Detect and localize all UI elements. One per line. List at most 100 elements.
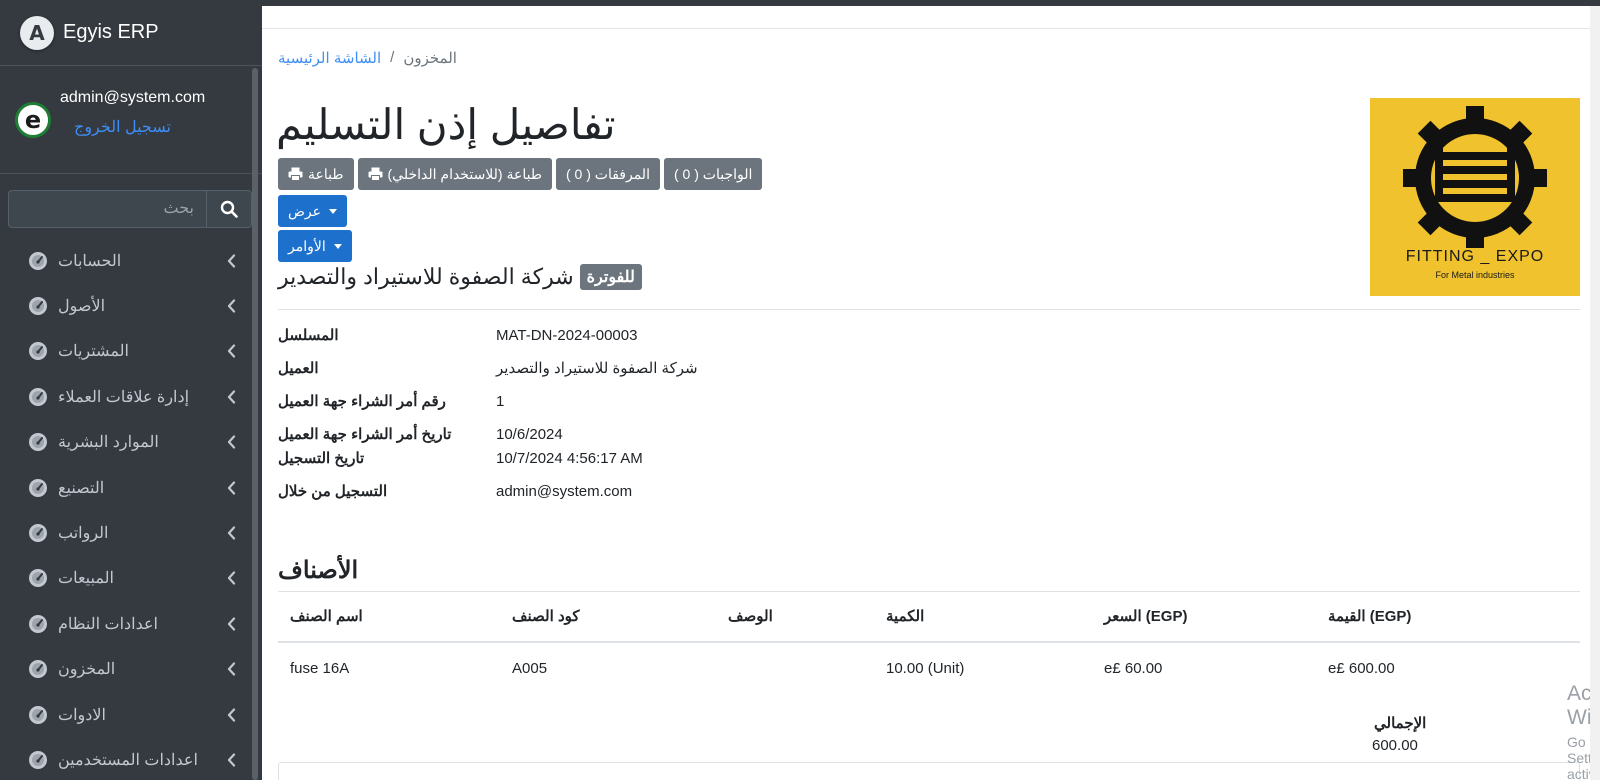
brand-logo-icon: A: [20, 15, 54, 50]
sidebar-nav: الحسابات الأصول المشتريات إدارة علاقات العم…: [0, 238, 262, 780]
table-cell: 10.00 (Unit): [886, 659, 965, 677]
breadcrumb-separator: /: [390, 49, 395, 66]
divider: [278, 309, 1580, 310]
brand-link[interactable]: A Egyis ERP: [0, 0, 262, 66]
commands-dropdown-button[interactable]: الأوامر: [278, 230, 352, 262]
detail-label: التسجيل من خلال: [278, 483, 388, 500]
company-logo: FITTING _ EXPO For Metal industries: [1370, 98, 1580, 296]
sidebar-item-label: الادوات: [58, 706, 106, 724]
company-name: شركة الصفوة للاستيراد والتصدير: [278, 264, 574, 289]
tasks-button[interactable]: الواجبات ( 0 ): [663, 158, 763, 190]
sidebar-item-label: الموارد البشرية: [58, 434, 159, 452]
action-buttons: طباعة طباعة (للاستخدام الداخلي) المرفقات…: [278, 158, 763, 190]
sidebar-scrollbar[interactable]: [252, 68, 258, 780]
view-dropdown-button[interactable]: عرض: [278, 195, 348, 227]
dashboard-gauge-icon: [29, 750, 47, 769]
dashboard-gauge-icon: [29, 614, 47, 633]
detail-value: 10/7/2024 4:56:17 AM: [496, 450, 643, 467]
column-header: الكمية: [874, 591, 1092, 643]
view-dropdown-label: عرض: [288, 202, 322, 219]
chevron-down-icon: [329, 208, 338, 214]
dashboard-gauge-icon: [29, 342, 47, 361]
sidebar-item-label: إدارة علاقات العملاء: [58, 388, 190, 406]
detail-value: MAT-DN-2024-00003: [496, 327, 638, 344]
print-icon: [288, 167, 303, 181]
print-icon: [368, 167, 382, 181]
chevron-left-icon: [227, 481, 236, 495]
chevron-left-icon: [227, 571, 236, 586]
items-table: اسم الصنف كود الصنف الوصف الكمية السعر (EGP)…: [278, 591, 1580, 694]
sidebar-item[interactable]: اعدادات النظام: [0, 601, 262, 646]
dashboard-gauge-icon: [29, 660, 47, 679]
chevron-left-icon: [227, 435, 236, 449]
detail-label: المسلسل: [278, 327, 339, 344]
sidebar-item[interactable]: المشتريات: [0, 329, 262, 374]
detail-value: شركة الصفوة للاستيراد والتصدير: [496, 360, 698, 377]
logout-link[interactable]: تسجيل الخروج: [74, 117, 205, 137]
detail-value: 10/6/2024: [496, 426, 563, 443]
details-list: المسلسل MAT-DN-2024-00003 العميل شركة الصفو…: [278, 324, 978, 513]
column-header: السعر (EGP): [1092, 591, 1316, 643]
main-content: الشاشة الرئيسية / المخزون تفاصيل إذن الت…: [262, 6, 1600, 780]
column-header: كود الصنف: [500, 591, 716, 643]
sidebar-item[interactable]: الحسابات: [0, 238, 262, 283]
status-badge: للفوترة: [579, 264, 642, 290]
search-icon: [220, 200, 238, 218]
print-button[interactable]: طباعة: [278, 158, 354, 190]
user-email: admin@system.com: [60, 88, 206, 106]
sidebar-item-label: الرواتب: [58, 525, 109, 543]
sidebar-item[interactable]: إدارة علاقات العملاء: [0, 374, 262, 419]
user-panel: e admin@system.com تسجيل الخروج: [0, 66, 262, 174]
detail-row: المسلسل MAT-DN-2024-00003: [278, 324, 978, 348]
sidebar-item[interactable]: التصنيع: [0, 465, 262, 510]
detail-row: تاريخ التسجيل 10/7/2024 4:56:17 AM: [278, 447, 978, 471]
sidebar-item[interactable]: الأصول: [0, 283, 262, 328]
commands-dropdown-label: الأوامر: [288, 237, 326, 254]
detail-value: 1: [496, 393, 505, 410]
detail-label: تاريخ التسجيل: [278, 450, 365, 467]
search-button[interactable]: [206, 190, 252, 228]
print-internal-button[interactable]: طباعة (للاستخدام الداخلي): [357, 158, 552, 190]
chevron-left-icon: [227, 254, 236, 268]
sidebar-item-label: الحسابات: [58, 252, 122, 270]
breadcrumb-current: المخزون: [403, 50, 457, 67]
column-header: الوصف: [716, 591, 874, 643]
table-cell: [716, 642, 874, 694]
logo-subcaption: For Metal industries: [1435, 270, 1515, 280]
sidebar-item[interactable]: المبيعات: [0, 556, 262, 601]
logo-caption: FITTING _ EXPO: [1405, 248, 1545, 265]
chevron-left-icon: [227, 707, 236, 722]
table-row: fuse 16A A005 10.00 (Unit) e£ 60.00 e£ 600.0…: [278, 642, 1580, 694]
avatar[interactable]: e: [15, 101, 51, 138]
sidebar: A Egyis ERP e admin@system.com تسجيل الخ…: [0, 0, 262, 780]
gear-logo-icon: [1403, 106, 1547, 248]
total-value: 600.00: [1372, 737, 1418, 754]
table-cell: e£ 600.00: [1328, 659, 1395, 677]
print-internal-button-label: طباعة (للاستخدام الداخلي): [387, 165, 542, 182]
attachments-button[interactable]: المرفقات ( 0 ): [555, 158, 660, 190]
column-header: اسم الصنف: [278, 591, 500, 643]
sidebar-item[interactable]: اعدادات المستخدمين: [0, 737, 262, 780]
total-label: الإجمالي: [1374, 715, 1427, 732]
detail-value: admin@system.com: [496, 483, 633, 500]
sidebar-item[interactable]: الادوات: [0, 692, 262, 737]
chevron-down-icon: [333, 243, 342, 249]
content-scrollbar[interactable]: [1590, 6, 1600, 780]
tasks-button-label: الواجبات ( 0 ): [673, 165, 753, 182]
sidebar-item[interactable]: المخزون: [0, 647, 262, 692]
sidebar-item-label: المشتريات: [58, 343, 129, 361]
search-input[interactable]: [8, 190, 206, 228]
breadcrumb-home-link[interactable]: الشاشة الرئيسية: [278, 49, 381, 67]
sidebar-item-label: المخزون: [58, 661, 116, 679]
page-title: تفاصيل إذن التسليم: [276, 101, 616, 148]
sidebar-item-label: التصنيع: [58, 479, 105, 497]
detail-label: رقم أمر الشراء جهة العميل: [278, 393, 446, 410]
next-card-edge: [278, 762, 1580, 780]
chevron-left-icon: [227, 344, 236, 359]
header-divider: [262, 28, 1590, 29]
dashboard-gauge-icon: [29, 433, 47, 452]
sidebar-item[interactable]: الموارد البشرية: [0, 420, 262, 465]
sidebar-item[interactable]: الرواتب: [0, 510, 262, 555]
items-section-title: الأصناف: [278, 557, 359, 584]
chevron-left-icon: [227, 390, 236, 404]
